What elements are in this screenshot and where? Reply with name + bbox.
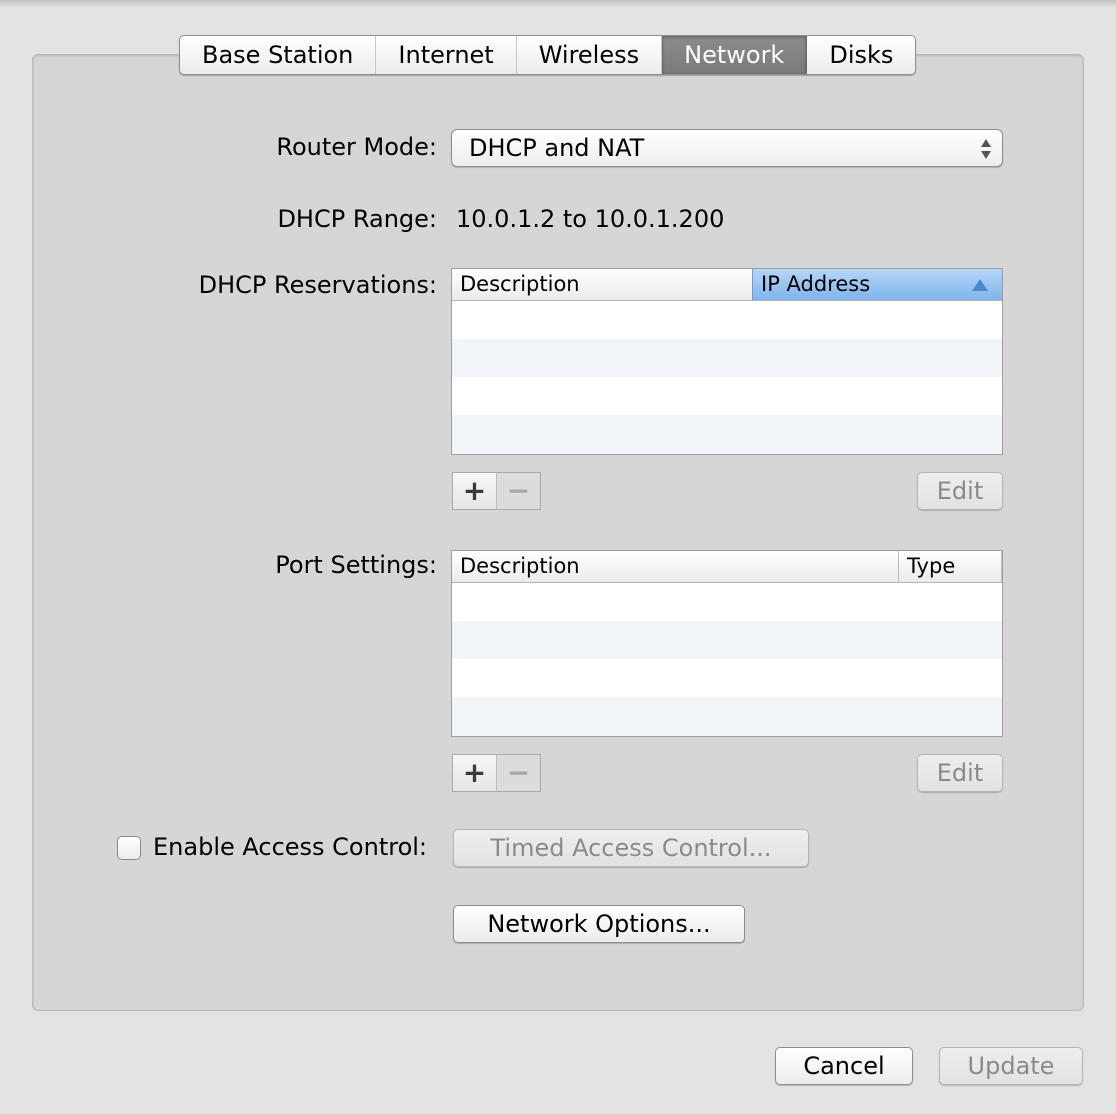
dhcp-range-label: DHCP Range: [277, 205, 437, 233]
port-settings-table[interactable]: Description Type [451, 550, 1003, 737]
router-mode-label: Router Mode: [276, 133, 437, 161]
tab-disks[interactable]: Disks [807, 36, 915, 74]
update-button[interactable]: Update [939, 1047, 1083, 1085]
tab-base-station[interactable]: Base Station [180, 36, 377, 74]
network-options-button[interactable]: Network Options... [453, 905, 745, 943]
tab-internet[interactable]: Internet [376, 36, 517, 74]
column-header-description[interactable]: Description [452, 551, 898, 582]
dhcp-reservations-table[interactable]: Description IP Address [451, 268, 1003, 455]
tab-wireless[interactable]: Wireless [517, 36, 663, 74]
dhcp-reservations-add-remove: + − [452, 472, 541, 510]
window-top-shadow [0, 0, 1116, 8]
table-header: Description IP Address [452, 269, 1002, 301]
table-row [452, 377, 1002, 415]
enable-access-control-checkbox[interactable] [117, 836, 141, 860]
edit-reservation-button[interactable]: Edit [917, 472, 1003, 510]
column-header-description[interactable]: Description [452, 269, 752, 300]
table-header: Description Type [452, 551, 1002, 583]
cancel-button[interactable]: Cancel [775, 1047, 913, 1085]
add-port-button[interactable]: + [453, 755, 497, 791]
table-row [452, 583, 1002, 621]
column-header-type[interactable]: Type [898, 551, 1002, 582]
table-row [452, 621, 1002, 659]
table-row [452, 659, 1002, 697]
column-header-ip-address[interactable]: IP Address [752, 269, 1002, 300]
dhcp-range-value: 10.0.1.2 to 10.0.1.200 [456, 205, 725, 233]
column-header-ip-address-label: IP Address [761, 272, 871, 296]
port-settings-label: Port Settings: [275, 551, 437, 579]
table-row [452, 339, 1002, 377]
timed-access-control-button[interactable]: Timed Access Control... [453, 829, 809, 867]
dhcp-reservations-label: DHCP Reservations: [198, 271, 437, 299]
router-mode-value: DHCP and NAT [469, 134, 645, 162]
add-reservation-button[interactable]: + [453, 473, 497, 509]
up-down-arrows-icon [981, 139, 991, 159]
settings-panel [32, 54, 1084, 1011]
port-settings-add-remove: + − [452, 754, 541, 792]
table-row [452, 697, 1002, 736]
tab-bar: Base Station Internet Wireless Network D… [179, 35, 917, 75]
router-mode-select[interactable]: DHCP and NAT [451, 129, 1003, 167]
enable-access-control-label: Enable Access Control: [153, 833, 428, 861]
edit-port-button[interactable]: Edit [917, 754, 1003, 792]
sort-ascending-icon [972, 279, 988, 291]
table-row [452, 301, 1002, 339]
tab-network[interactable]: Network [662, 36, 808, 74]
table-row [452, 415, 1002, 454]
remove-port-button[interactable]: − [497, 755, 540, 791]
remove-reservation-button[interactable]: − [497, 473, 540, 509]
